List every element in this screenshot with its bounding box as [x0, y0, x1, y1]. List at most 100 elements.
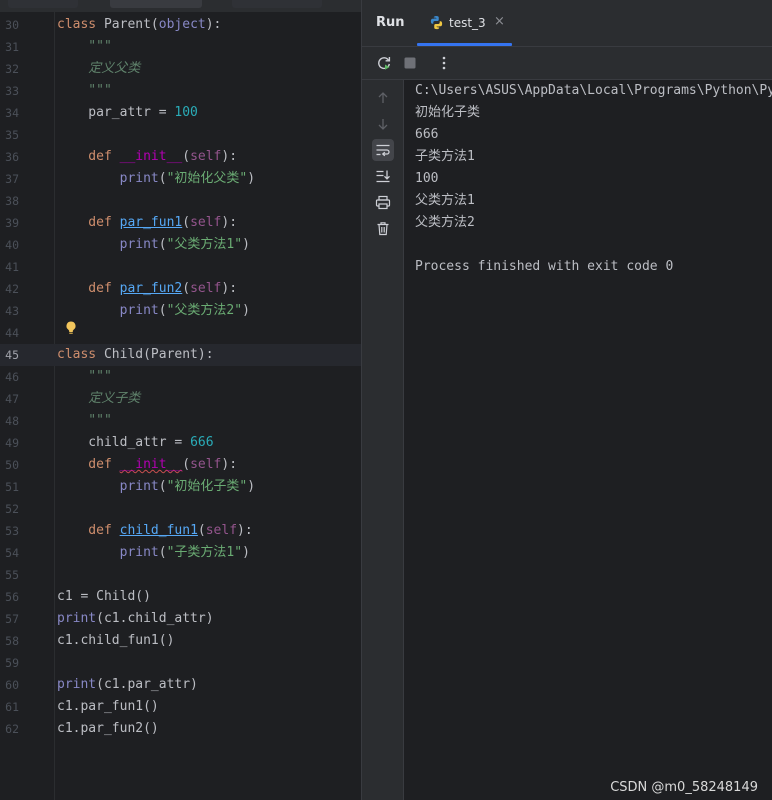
trash-icon[interactable]: [372, 217, 394, 239]
code-token: ): [242, 237, 250, 252]
code-token: c1.par_fun2(): [57, 721, 159, 736]
code-line[interactable]: 54 print("子类方法1"): [0, 542, 361, 564]
code-token: ):: [221, 215, 238, 230]
code-line[interactable]: 31 """: [0, 36, 361, 58]
code-token: """: [57, 369, 112, 384]
editor-tab[interactable]: [8, 0, 78, 8]
code-token: "初始化父类": [166, 171, 248, 186]
stop-icon[interactable]: [400, 53, 420, 73]
rerun-icon[interactable]: [374, 53, 394, 73]
tab-test-3[interactable]: test_3 ×: [417, 0, 512, 46]
code-line[interactable]: 53 def child_fun1(self):: [0, 520, 361, 542]
console-line: 初始化子类: [415, 105, 481, 120]
console-line: 100: [415, 171, 439, 186]
code-token: par_fun1: [119, 215, 183, 230]
code-text: c1.par_fun2(): [57, 718, 159, 740]
console-line: 父类方法1: [415, 193, 475, 208]
line-number: 56: [5, 590, 19, 604]
code-line[interactable]: 39 def par_fun1(self):: [0, 212, 361, 234]
print-icon[interactable]: [372, 191, 394, 213]
code-text: """: [57, 366, 112, 388]
code-line[interactable]: 59: [0, 652, 361, 674]
close-icon[interactable]: ×: [494, 14, 505, 29]
line-number: 58: [5, 634, 19, 648]
code-token: def: [57, 149, 120, 164]
code-token: (: [182, 281, 191, 296]
code-line[interactable]: 46 """: [0, 366, 361, 388]
code-line[interactable]: 41: [0, 256, 361, 278]
code-line[interactable]: 52: [0, 498, 361, 520]
code-line[interactable]: 56 c1 = Child(): [0, 586, 361, 608]
code-token: self: [190, 215, 222, 230]
code-text: """: [57, 80, 112, 102]
code-text: print("父类方法2"): [57, 300, 250, 322]
code-text: child_attr = 666: [57, 432, 213, 454]
code-line[interactable]: 43 print("父类方法2"): [0, 300, 361, 322]
code-token: print: [57, 237, 159, 252]
editor-tab[interactable]: [110, 0, 202, 8]
code-line[interactable]: 44: [0, 322, 361, 344]
code-editor[interactable]: 30 class Parent(object): 31 """ 32 定义父类 33 "…: [0, 0, 361, 800]
console-line: 父类方法2: [415, 215, 475, 230]
console-line: C:\Users\ASUS\AppData\Local\Programs\Pyt…: [415, 83, 772, 98]
code-text: print(c1.child_attr): [57, 608, 214, 630]
code-line[interactable]: 45 class Child(Parent):: [0, 344, 361, 366]
code-line[interactable]: 58 c1.child_fun1(): [0, 630, 361, 652]
code-token: (: [182, 457, 191, 472]
code-line[interactable]: 42 def par_fun2(self):: [0, 278, 361, 300]
code-token: self: [205, 523, 238, 538]
code-token: print: [57, 303, 159, 318]
code-line[interactable]: 49 child_attr = 666: [0, 432, 361, 454]
code-line[interactable]: 48 """: [0, 410, 361, 432]
code-token: """: [57, 39, 112, 54]
code-text: class Child(Parent):: [57, 344, 214, 366]
code-text: def par_fun2(self):: [57, 278, 237, 300]
code-line[interactable]: 50 def __init__(self):: [0, 454, 361, 476]
line-number: 51: [5, 480, 19, 494]
code-line[interactable]: 36 def __init__(self):: [0, 146, 361, 168]
code-line[interactable]: 35: [0, 124, 361, 146]
code-line[interactable]: 51 print("初始化子类"): [0, 476, 361, 498]
python-file-icon: [429, 15, 444, 30]
run-tool-window: Run test_3 × C:\Users\ASUS\AppData\Local…: [361, 0, 772, 800]
code-token: ):: [221, 457, 238, 472]
line-number: 41: [5, 260, 19, 274]
soft-wrap-icon[interactable]: [372, 139, 394, 161]
code-line[interactable]: 32 定义父类: [0, 58, 361, 80]
code-line[interactable]: 61 c1.par_fun1(): [0, 696, 361, 718]
code-token: ):: [221, 149, 238, 164]
arrow-up-icon[interactable]: [372, 87, 394, 109]
code-line[interactable]: 34 par_attr = 100: [0, 102, 361, 124]
line-number: 31: [5, 40, 19, 54]
code-token: ):: [237, 523, 253, 538]
code-line[interactable]: 62 c1.par_fun2(): [0, 718, 361, 740]
line-number: 38: [5, 194, 19, 208]
code-token: 定义父类: [57, 61, 141, 76]
code-token: ):: [205, 17, 222, 32]
arrow-down-icon[interactable]: [372, 113, 394, 135]
code-line[interactable]: 55: [0, 564, 361, 586]
console-line: Process finished with exit code 0: [415, 259, 674, 274]
editor-tab[interactable]: [232, 0, 322, 8]
editor-tab-strip: [0, 0, 361, 12]
more-vertical-icon[interactable]: [434, 53, 454, 73]
code-line[interactable]: 47 定义子类: [0, 388, 361, 410]
code-token: self: [190, 457, 222, 472]
line-number: 44: [5, 326, 19, 340]
code-line[interactable]: 33 """: [0, 80, 361, 102]
code-line[interactable]: 38: [0, 190, 361, 212]
code-token: self: [190, 149, 222, 164]
code-line[interactable]: 40 print("父类方法1"): [0, 234, 361, 256]
code-line[interactable]: 37 print("初始化父类"): [0, 168, 361, 190]
code-text: class Parent(object):: [57, 14, 221, 36]
code-text: def par_fun1(self):: [57, 212, 237, 234]
lightbulb-icon[interactable]: [64, 320, 78, 336]
code-line[interactable]: 30 class Parent(object):: [0, 14, 361, 36]
console-output[interactable]: C:\Users\ASUS\AppData\Local\Programs\Pyt…: [415, 80, 772, 278]
code-line[interactable]: 60 print(c1.par_attr): [0, 674, 361, 696]
line-number: 33: [5, 84, 19, 98]
code-line[interactable]: 57 print(c1.child_attr): [0, 608, 361, 630]
code-text: par_attr = 100: [57, 102, 198, 124]
code-token: par_fun2: [119, 281, 183, 296]
scroll-to-end-icon[interactable]: [372, 165, 394, 187]
